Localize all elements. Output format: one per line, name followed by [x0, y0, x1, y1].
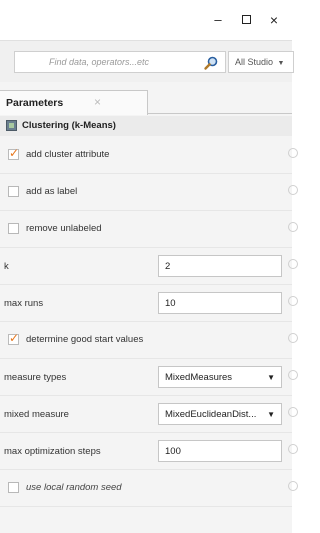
help-icon[interactable] — [288, 444, 298, 454]
search-scope-dropdown[interactable]: All Studio ▼ — [228, 51, 294, 73]
max-runs-input[interactable]: 10 — [158, 292, 282, 314]
param-row-max-runs: max runs 10 — [0, 286, 298, 322]
search-toolbar: Find data, operators...etc All Studio ▼ — [0, 40, 294, 82]
use-local-random-seed-checkbox[interactable] — [8, 482, 19, 493]
operator-title-bar: Clustering (k-Means) — [0, 116, 292, 136]
param-row-mixed-measure: mixed measure MixedEuclideanDist... ▼ — [0, 397, 298, 433]
maximize-icon — [241, 15, 251, 24]
param-label: measure types — [4, 372, 67, 383]
clustering-icon — [6, 120, 17, 131]
param-row-use-local-random-seed: use local random seed — [0, 471, 298, 507]
max-optimization-steps-input[interactable]: 100 — [158, 440, 282, 462]
help-icon[interactable] — [288, 185, 298, 195]
tab-label: Parameters — [6, 97, 64, 109]
close-icon[interactable]: × — [94, 95, 101, 109]
tab-bar: Parameters × — [0, 90, 292, 115]
param-row-measure-types: measure types MixedMeasures ▼ — [0, 360, 298, 396]
chevron-down-icon: ▼ — [267, 410, 275, 419]
help-icon[interactable] — [288, 333, 298, 343]
param-label: remove unlabeled — [26, 223, 102, 234]
add-as-label-checkbox[interactable] — [8, 186, 19, 197]
field-value: MixedMeasures — [165, 372, 233, 383]
help-icon[interactable] — [288, 407, 298, 417]
help-icon[interactable] — [288, 481, 298, 491]
help-icon[interactable] — [288, 222, 298, 232]
field-value: MixedEuclideanDist... — [165, 409, 257, 420]
search-placeholder: Find data, operators...etc — [49, 57, 150, 67]
help-icon[interactable] — [288, 296, 298, 306]
param-row-add-as-label: add as label — [0, 175, 298, 211]
add-cluster-attribute-checkbox[interactable] — [8, 146, 19, 160]
help-icon[interactable] — [288, 259, 298, 269]
close-button[interactable]: × — [264, 10, 284, 30]
window-controls: – × — [0, 0, 292, 40]
param-row-max-optimization-steps: max optimization steps 100 — [0, 434, 298, 470]
help-icon[interactable] — [288, 148, 298, 158]
k-input[interactable]: 2 — [158, 255, 282, 277]
chevron-down-icon: ▼ — [277, 60, 285, 67]
param-label: determine good start values — [26, 334, 144, 345]
magnifier-icon[interactable] — [203, 55, 219, 71]
minimize-button[interactable]: – — [208, 10, 228, 30]
maximize-button[interactable] — [236, 10, 256, 30]
param-label: max runs — [4, 298, 44, 309]
search-scope-label: All Studio — [235, 57, 274, 67]
tab-parameters[interactable]: Parameters × — [0, 90, 148, 115]
param-label: max optimization steps — [4, 446, 101, 457]
param-label: use local random seed — [26, 482, 122, 493]
help-icon[interactable] — [288, 370, 298, 380]
param-label: add as label — [26, 186, 78, 197]
field-value: 100 — [165, 446, 181, 457]
remove-unlabeled-checkbox[interactable] — [8, 223, 19, 234]
param-row-add-cluster-attribute: add cluster attribute — [0, 138, 298, 174]
param-label: mixed measure — [4, 409, 69, 420]
field-value: 10 — [165, 298, 176, 309]
param-label: k — [4, 261, 9, 272]
operator-title: Clustering (k-Means) — [22, 120, 116, 131]
param-row-k: k 2 — [0, 249, 298, 285]
param-row-remove-unlabeled: remove unlabeled — [0, 212, 298, 248]
param-label: add cluster attribute — [26, 149, 110, 160]
measure-types-dropdown[interactable]: MixedMeasures ▼ — [158, 366, 282, 388]
parameters-panel: Parameters × Clustering (k-Means) add cl… — [0, 82, 298, 533]
determine-good-start-values-checkbox[interactable] — [8, 331, 19, 345]
mixed-measure-dropdown[interactable]: MixedEuclideanDist... ▼ — [158, 403, 282, 425]
chevron-down-icon: ▼ — [267, 373, 275, 382]
search-input[interactable]: Find data, operators...etc — [14, 51, 226, 73]
param-row-determine-good-start-values: determine good start values — [0, 323, 298, 359]
field-value: 2 — [165, 261, 171, 272]
